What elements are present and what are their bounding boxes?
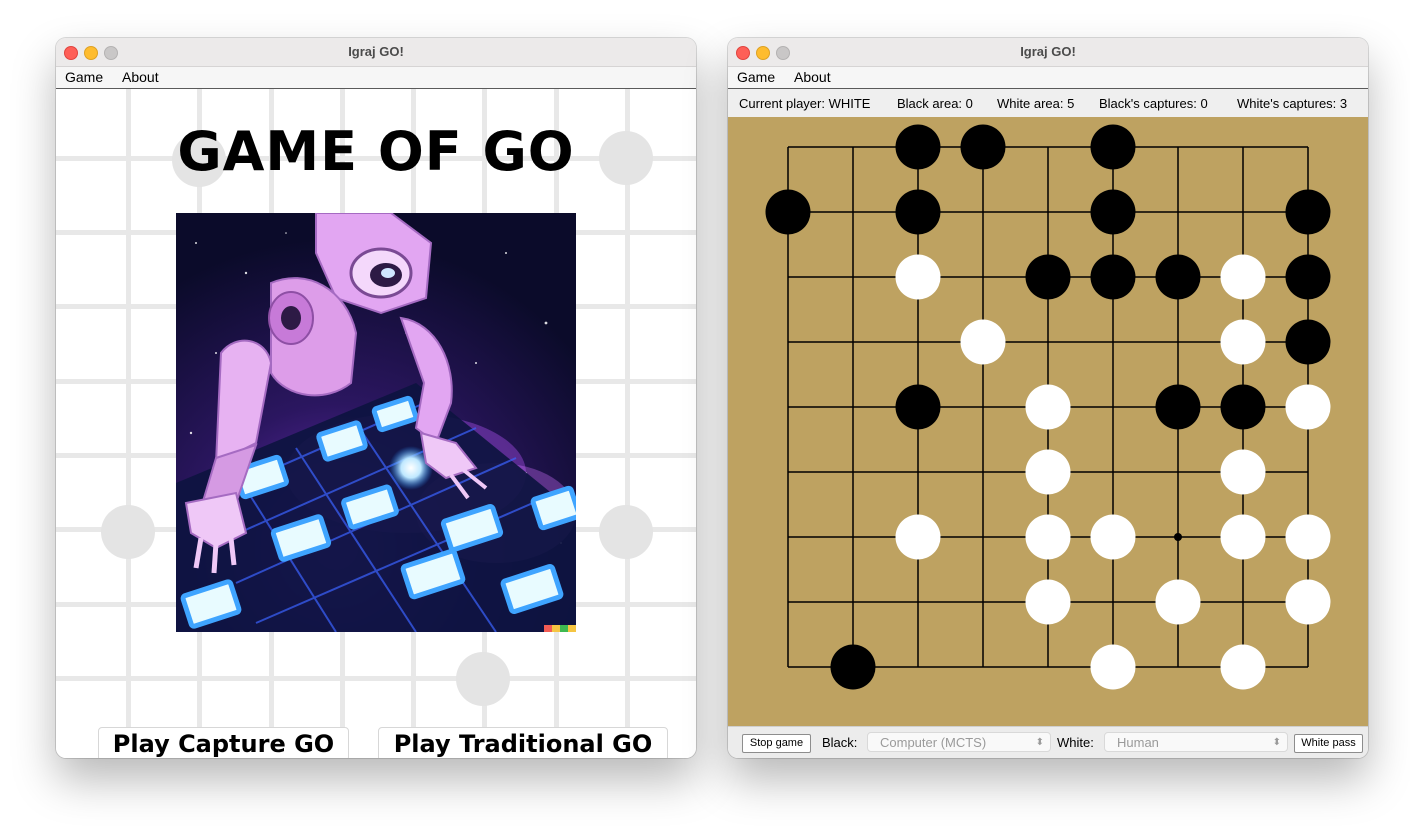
white-stone bbox=[1025, 384, 1071, 430]
white-area-label: White area: 5 bbox=[997, 96, 1075, 111]
menu-about[interactable]: About bbox=[794, 69, 831, 85]
stop-game-button[interactable]: Stop game bbox=[742, 734, 811, 753]
black-stone bbox=[1285, 319, 1331, 365]
black-player-value: Computer (MCTS) bbox=[880, 735, 987, 750]
black-stone bbox=[960, 124, 1006, 170]
black-stone bbox=[1090, 124, 1136, 170]
white-stone bbox=[1155, 579, 1201, 625]
go-board-canvas[interactable] bbox=[728, 117, 1368, 726]
white-pass-button[interactable]: White pass bbox=[1294, 734, 1363, 753]
title-bar[interactable]: Igraj GO! bbox=[56, 38, 696, 67]
black-stone bbox=[1220, 384, 1266, 430]
black-stone bbox=[1025, 254, 1071, 300]
select-arrows-icon: ⬍ bbox=[1035, 737, 1044, 748]
black-stone bbox=[765, 189, 811, 235]
white-player-value: Human bbox=[1117, 735, 1159, 750]
menu-bar: Game About bbox=[56, 67, 696, 89]
go-board[interactable] bbox=[728, 117, 1368, 726]
title-bar[interactable]: Igraj GO! bbox=[728, 38, 1368, 67]
game-title: GAME OF GO bbox=[177, 120, 575, 183]
black-stone bbox=[1285, 254, 1331, 300]
white-stone bbox=[1285, 579, 1331, 625]
white-stone bbox=[895, 514, 941, 560]
black-stone bbox=[1090, 254, 1136, 300]
start-window: Igraj GO! Game About GAME OF GO Play Cap… bbox=[56, 38, 696, 758]
black-captures-label: Black's captures: 0 bbox=[1099, 96, 1208, 111]
menu-game[interactable]: Game bbox=[737, 69, 775, 85]
white-stone bbox=[1025, 449, 1071, 495]
current-player-label: Current player: WHITE bbox=[739, 96, 871, 111]
game-status-bar: Current player: WHITE Black area: 0 Whit… bbox=[728, 89, 1368, 117]
white-stone bbox=[1220, 644, 1266, 690]
white-stone bbox=[1025, 579, 1071, 625]
white-stone bbox=[1025, 514, 1071, 560]
white-stone bbox=[1220, 319, 1266, 365]
black-stone bbox=[830, 644, 876, 690]
black-player-label: Black: bbox=[822, 735, 858, 750]
game-window: Igraj GO! Game About Current player: WHI… bbox=[728, 38, 1368, 758]
white-stone bbox=[1220, 514, 1266, 560]
black-stone bbox=[895, 189, 941, 235]
black-stone bbox=[1285, 189, 1331, 235]
window-title: Igraj GO! bbox=[348, 44, 404, 59]
play-traditional-go-button[interactable]: Play Traditional GO bbox=[378, 727, 668, 758]
star-point bbox=[1174, 533, 1182, 541]
white-stone bbox=[895, 254, 941, 300]
white-captures-label: White's captures: 3 bbox=[1237, 96, 1348, 111]
start-screen: GAME OF GO Play Capture GO Play Traditio… bbox=[56, 89, 696, 758]
white-stone bbox=[960, 319, 1006, 365]
black-stone bbox=[1090, 189, 1136, 235]
black-stone bbox=[1155, 384, 1201, 430]
white-stone bbox=[1285, 384, 1331, 430]
menu-game[interactable]: Game bbox=[65, 69, 103, 85]
menu-bar: Game About bbox=[728, 67, 1368, 89]
white-stone bbox=[1090, 514, 1136, 560]
white-player-label: White: bbox=[1057, 735, 1094, 750]
game-controls-bar: Stop game Black: Computer (MCTS) ⬍ White… bbox=[728, 726, 1368, 758]
white-stone bbox=[1090, 644, 1136, 690]
white-stone bbox=[1220, 449, 1266, 495]
white-stone bbox=[1285, 514, 1331, 560]
black-stone bbox=[1155, 254, 1201, 300]
menu-about[interactable]: About bbox=[122, 69, 159, 85]
window-title: Igraj GO! bbox=[1020, 44, 1076, 59]
white-stone bbox=[1220, 254, 1266, 300]
white-player-select[interactable]: Human ⬍ bbox=[1104, 732, 1288, 752]
black-area-label: Black area: 0 bbox=[897, 96, 973, 111]
black-stone bbox=[895, 384, 941, 430]
robot-playing-go-illustration bbox=[176, 213, 576, 632]
black-stone bbox=[895, 124, 941, 170]
black-player-select[interactable]: Computer (MCTS) ⬍ bbox=[867, 732, 1051, 752]
select-arrows-icon: ⬍ bbox=[1272, 737, 1281, 748]
play-capture-go-button[interactable]: Play Capture GO bbox=[98, 727, 349, 758]
